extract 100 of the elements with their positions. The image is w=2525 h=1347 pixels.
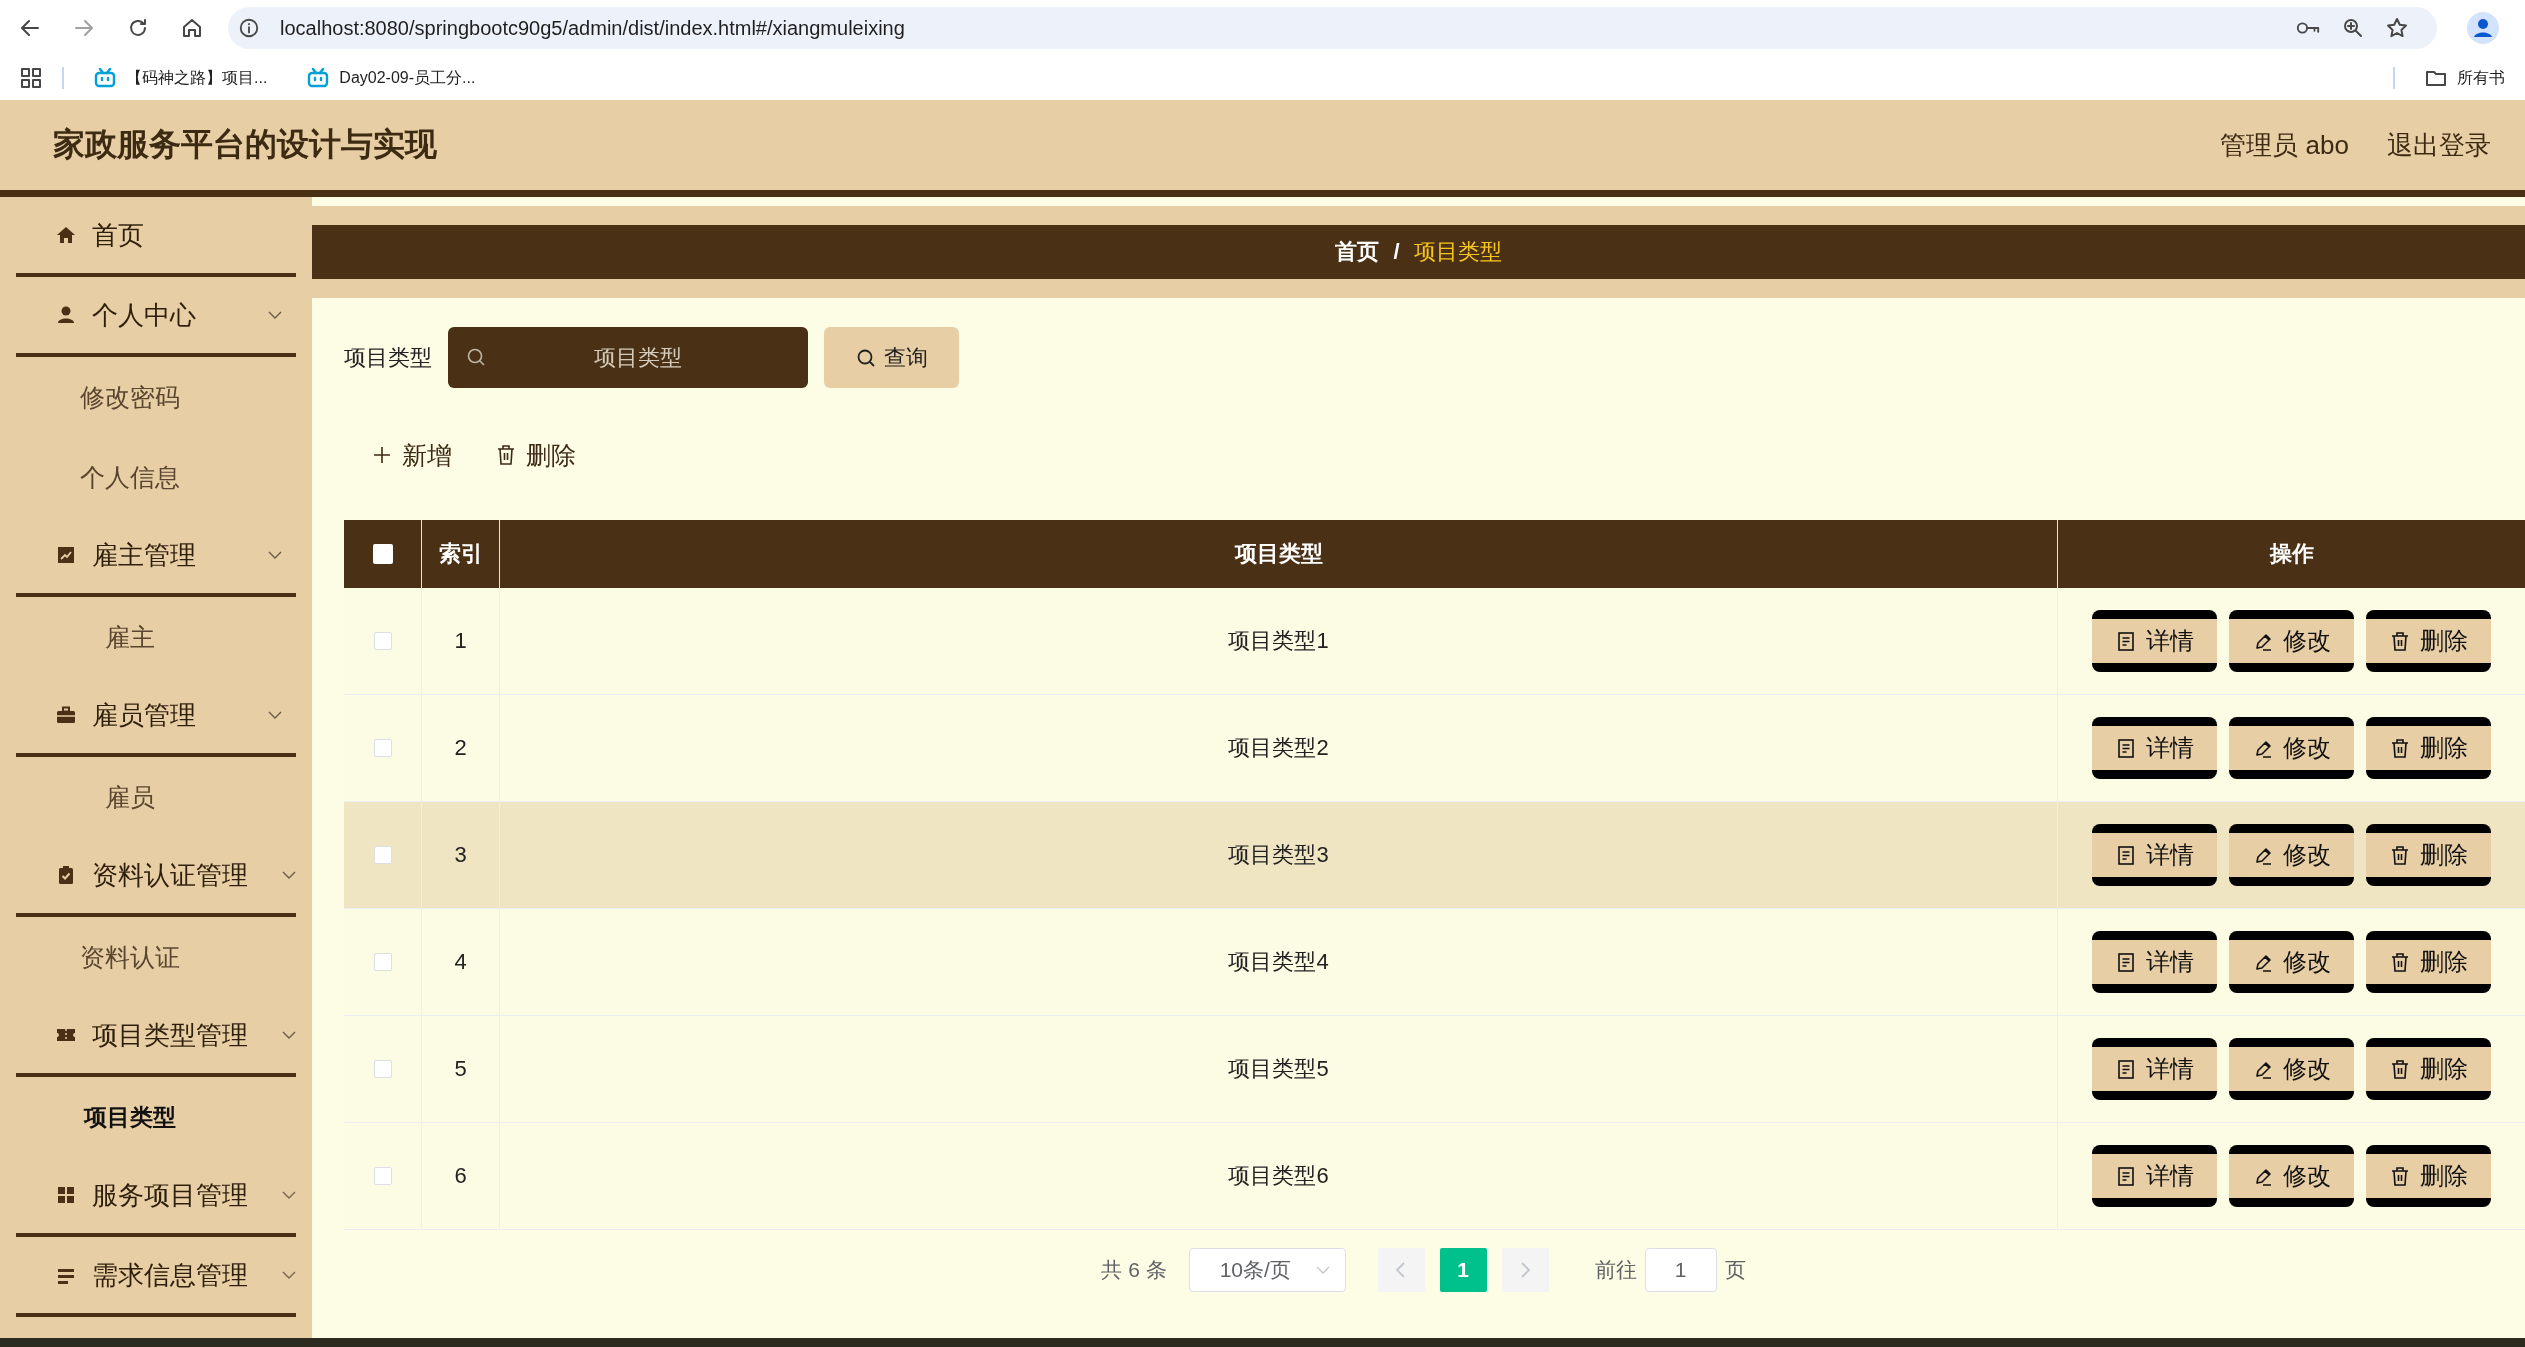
- details-button[interactable]: 详情: [2092, 1145, 2217, 1207]
- table-cell-text: 项目类型2: [1228, 734, 1329, 762]
- details-button[interactable]: 详情: [2092, 717, 2217, 779]
- chevron-right-icon: [1518, 1261, 1533, 1279]
- trash-icon: [2389, 844, 2410, 866]
- search-field[interactable]: 项目类型: [448, 327, 808, 388]
- total-count: 共 6 条: [1101, 1257, 1167, 1283]
- table-row[interactable]: 4 项目类型4 详情 修改 删除: [344, 909, 2525, 1016]
- user-name: 管理员 abo: [2220, 128, 2349, 162]
- trash-icon: [2389, 737, 2410, 759]
- delete-button[interactable]: 删除: [2366, 824, 2491, 886]
- trash-icon: [2389, 1165, 2410, 1187]
- details-button[interactable]: 详情: [2092, 1038, 2217, 1100]
- delete-button[interactable]: 删除: [486, 430, 586, 480]
- url-text: localhost:8080/springbootc90g5/admin/dist/index.html#/xiangmuleixing: [280, 16, 905, 40]
- table-cell-text: 项目类型4: [1228, 948, 1329, 976]
- user-icon: [56, 305, 76, 325]
- sidebar-item[interactable]: 雇主管理: [16, 517, 296, 597]
- checkbox[interactable]: [373, 739, 392, 757]
- page-input[interactable]: 1: [1644, 1248, 1717, 1292]
- page-unit-label: 页: [1724, 1257, 1746, 1283]
- table-row[interactable]: 3 项目类型3 详情 修改 删除: [344, 802, 2525, 909]
- tv-icon: [307, 68, 330, 88]
- query-button[interactable]: 查询: [824, 327, 959, 388]
- checkbox[interactable]: [372, 544, 393, 564]
- trash-icon: [2389, 1058, 2410, 1080]
- sidebar-item[interactable]: 服务项目管理: [16, 1157, 296, 1237]
- bookmark[interactable]: Day02-09-员工分...: [297, 67, 486, 89]
- delete-button[interactable]: 删除: [2366, 1038, 2491, 1100]
- chart-icon: [56, 545, 76, 565]
- column-header: 索引: [438, 540, 483, 568]
- home-icon[interactable]: [180, 16, 204, 40]
- edit-button[interactable]: 修改: [2229, 824, 2354, 886]
- table-cell: 2: [454, 735, 467, 761]
- sidebar-subitem[interactable]: 项目类型: [0, 1077, 260, 1157]
- breadcrumb-item[interactable]: 首页: [1335, 237, 1380, 267]
- briefcase-icon: [56, 705, 76, 725]
- table-cell: 3: [454, 842, 467, 868]
- edit-button[interactable]: 修改: [2229, 1145, 2354, 1207]
- grid-icon: [56, 1185, 76, 1205]
- sidebar-subitem[interactable]: 资料认证: [0, 917, 260, 997]
- breadcrumb-item[interactable]: 项目类型: [1413, 237, 1502, 267]
- trash-icon: [2389, 630, 2410, 652]
- table-row[interactable]: 2 项目类型2 详情 修改 删除: [344, 695, 2525, 802]
- details-button[interactable]: 详情: [2092, 931, 2217, 993]
- search-label: 项目类型: [344, 343, 432, 372]
- sidebar-item[interactable]: 资料认证管理: [16, 837, 296, 917]
- table-cell-text: 项目类型5: [1228, 1055, 1329, 1083]
- clipboard-check-icon: [56, 865, 76, 885]
- sidebar-item[interactable]: 需求信息管理: [16, 1237, 296, 1317]
- checkbox[interactable]: [373, 1060, 392, 1078]
- trash-icon: [2389, 951, 2410, 973]
- tv-icon: [94, 68, 116, 88]
- star-icon[interactable]: [2385, 16, 2409, 40]
- table-row[interactable]: 5 项目类型5 详情 修改 删除: [344, 1016, 2525, 1123]
- sidebar-subitem[interactable]: 雇主: [0, 597, 260, 677]
- delete-button[interactable]: 删除: [2366, 1145, 2491, 1207]
- edit-button[interactable]: 修改: [2229, 1038, 2354, 1100]
- plus-icon: [372, 445, 392, 465]
- bookmark[interactable]: 【码神之路】项目...: [84, 67, 278, 89]
- sidebar-item[interactable]: 雇员管理: [16, 677, 296, 757]
- home-icon: [56, 225, 76, 245]
- sidebar-subitem[interactable]: 雇员: [0, 757, 260, 837]
- table-row[interactable]: 6 项目类型6 详情 修改 删除: [344, 1123, 2525, 1230]
- profile-avatar-icon[interactable]: [2467, 12, 2499, 44]
- document-icon: [2115, 1058, 2136, 1080]
- table-row[interactable]: 1 项目类型1 详情 修改 删除: [344, 588, 2525, 695]
- checkbox[interactable]: [373, 953, 392, 971]
- checkbox[interactable]: [373, 1167, 392, 1185]
- details-button[interactable]: 详情: [2092, 610, 2217, 672]
- apps-grid-icon[interactable]: [20, 67, 42, 89]
- search-icon: [855, 347, 876, 368]
- zoom-icon[interactable]: [2341, 16, 2365, 40]
- table-cell-text: 项目类型3: [1228, 841, 1329, 869]
- edit-button[interactable]: 修改: [2229, 931, 2354, 993]
- delete-button[interactable]: 删除: [2366, 931, 2491, 993]
- trash-icon: [496, 444, 516, 466]
- edit-button[interactable]: 修改: [2229, 717, 2354, 779]
- details-button[interactable]: 详情: [2092, 824, 2217, 886]
- page-size-select[interactable]: 10条/页: [1188, 1248, 1346, 1292]
- sidebar-subitem[interactable]: 修改密码: [0, 357, 260, 437]
- bookmarks-folder[interactable]: 所有书: [2415, 67, 2515, 89]
- delete-button[interactable]: 删除: [2366, 717, 2491, 779]
- breadcrumb-separator: /: [1393, 239, 1400, 265]
- add-button[interactable]: 新增: [362, 430, 462, 480]
- document-icon: [2115, 951, 2136, 973]
- checkbox[interactable]: [373, 632, 392, 650]
- delete-button[interactable]: 删除: [2366, 610, 2491, 672]
- goto-label: 前往: [1594, 1257, 1637, 1283]
- sidebar-item[interactable]: 首页: [16, 197, 296, 277]
- column-header: 项目类型: [1234, 540, 1323, 568]
- address-bar[interactable]: localhost:8080/springbootc90g5/admin/dist/index.html#/xiangmuleixing: [228, 7, 2437, 49]
- sidebar-item[interactable]: 个人中心: [16, 277, 296, 357]
- document-icon: [2115, 737, 2136, 759]
- logout-link[interactable]: 退出登录: [2387, 127, 2491, 163]
- edit-button[interactable]: 修改: [2229, 610, 2354, 672]
- sidebar-item[interactable]: 项目类型管理: [16, 997, 296, 1077]
- info-icon[interactable]: [238, 17, 260, 39]
- checkbox[interactable]: [373, 846, 392, 864]
- sidebar-subitem[interactable]: 个人信息: [0, 437, 260, 517]
